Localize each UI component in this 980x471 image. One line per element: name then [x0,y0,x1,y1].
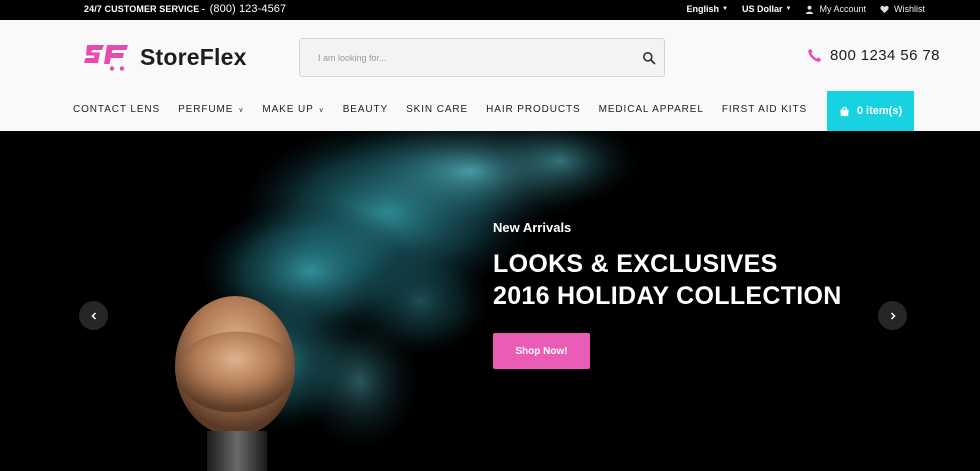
nav-item-perfume[interactable]: PERFUME ∨ [178,104,244,115]
customer-service-phone: (800) 123-4567 [209,3,287,15]
hero-kicker: New Arrivals [493,220,572,235]
cart-label: 0 item(s) [856,105,903,117]
nav-item-label: SKIN CARE [406,104,469,115]
chevron-right-icon [890,311,896,320]
cart-button[interactable]: 0 item(s) [827,91,914,131]
storeflex-logo-icon [84,45,128,71]
nav-item-label: FIRST AID KITS [721,104,808,115]
nav-item-medical-apparel[interactable]: MEDICAL APPAREL [599,104,704,115]
top-bar: 24/7 CUSTOMER SERVICE - (800) 123-4567 E… [0,0,980,20]
chevron-down-icon: ∨ [238,106,245,114]
nav-item-label: CONTACT LENS [73,104,161,115]
nav-item-label: PERFUME [178,104,234,115]
customer-service: 24/7 CUSTOMER SERVICE - (800) 123-4567 [84,3,286,15]
contact-phone[interactable]: 800 1234 56 78 [807,47,940,64]
nav-item-label: HAIR PRODUCTS [486,104,581,115]
search-icon[interactable] [642,51,656,65]
user-icon [806,5,814,14]
language-label: English [686,4,720,14]
nav-item-hair-products[interactable]: HAIR PRODUCTS [486,104,580,115]
my-account-label: My Account [819,4,866,14]
nav-item-label: MAKE UP [262,104,314,115]
my-account-link[interactable]: My Account [805,4,866,14]
top-bar-links: English ▼ US Dollar ▼ My Account Wishlis… [687,4,925,14]
search-input[interactable] [318,49,618,67]
phone-number: 800 1234 56 78 [830,47,940,64]
nav-item-make-up[interactable]: MAKE UP ∨ [262,104,324,115]
search-box [299,38,665,77]
main-nav: CONTACT LENS PERFUME ∨ MAKE UP ∨ BEAUTY SK… [73,104,825,115]
language-selector[interactable]: English ▼ [687,4,728,14]
chevron-down-icon: ∨ [318,106,325,114]
shopping-bag-icon [840,106,849,116]
nav-item-first-aid-kits[interactable]: FIRST AID KITS [722,104,807,115]
site-header: StoreFlex 800 1234 56 78 CONTACT LENS PE… [0,20,980,131]
chevron-down-icon: ▼ [785,6,792,12]
slider-prev-button[interactable] [79,301,108,330]
currency-label: US Dollar [742,4,783,14]
nav-item-skin-care[interactable]: SKIN CARE [406,104,468,115]
wishlist-label: Wishlist [894,4,925,14]
logo[interactable]: StoreFlex [84,42,247,72]
customer-service-label: 24/7 CUSTOMER SERVICE - [84,4,206,14]
hero-title-line-1: LOOKS & EXCLUSIVES [493,250,778,278]
chevron-down-icon: ▼ [722,6,728,12]
chevron-left-icon [90,311,96,320]
hero-title-line-2: 2016 HOLIDAY COLLECTION [493,282,842,310]
nav-item-label: BEAUTY [342,104,389,115]
currency-selector[interactable]: US Dollar ▼ [742,4,791,14]
nav-item-beauty[interactable]: BEAUTY [343,104,388,115]
hero-title: LOOKS & EXCLUSIVES 2016 HOLIDAY COLLECTI… [493,248,842,312]
phone-icon [808,48,822,62]
logo-text: StoreFlex [140,43,247,70]
heart-icon [880,5,889,13]
hero-slider: New Arrivals LOOKS & EXCLUSIVES 2016 HOL… [0,131,980,471]
slider-next-button[interactable] [878,301,907,330]
wishlist-link[interactable]: Wishlist [880,4,925,14]
shop-now-button[interactable]: Shop Now! [493,333,590,369]
nav-item-label: MEDICAL APPAREL [598,104,704,115]
nav-item-contact-lens[interactable]: CONTACT LENS [73,104,160,115]
